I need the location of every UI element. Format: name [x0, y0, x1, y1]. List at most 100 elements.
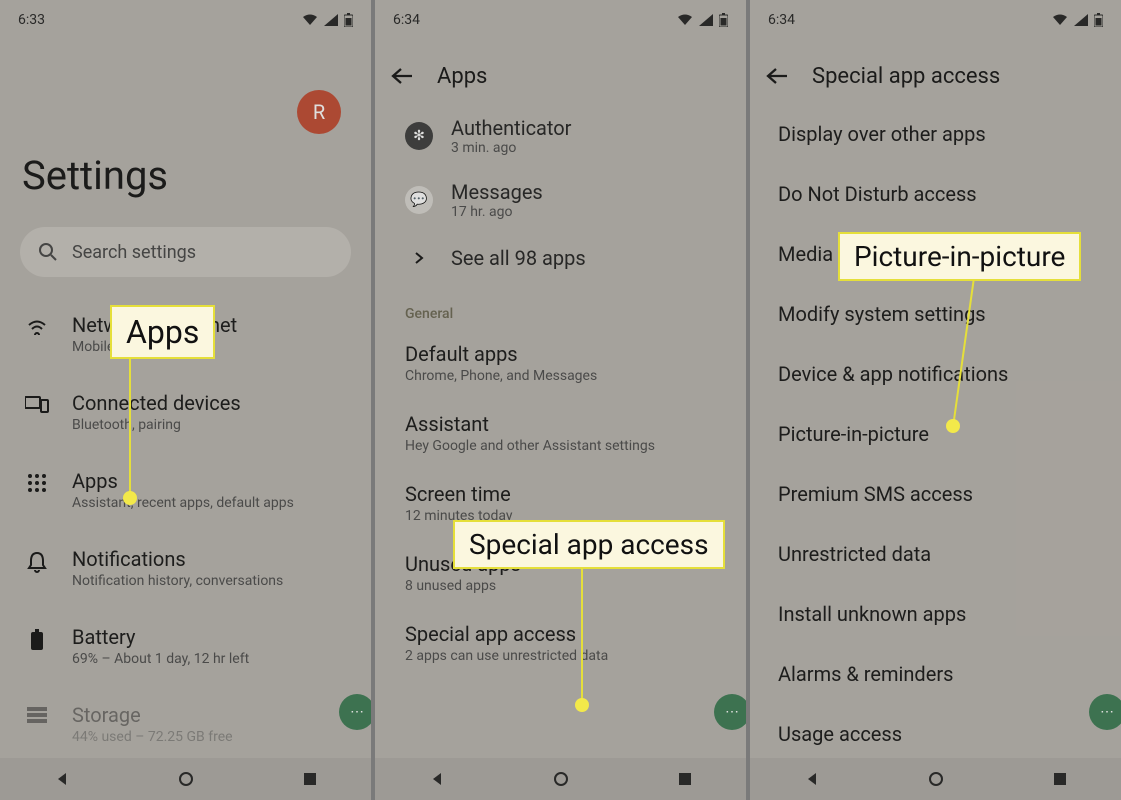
- app-bar: Apps: [375, 48, 746, 104]
- callout-pip: Picture-in-picture: [838, 232, 1081, 281]
- item-sub: Notification history, conversations: [72, 573, 347, 589]
- page-title: Settings: [22, 152, 351, 199]
- item-sub: 2 apps can use unrestricted data: [405, 648, 716, 664]
- item-sub: 44% used – 72.25 GB free: [72, 729, 347, 745]
- panel-special-access: 6:34 Special app access Display over oth…: [750, 0, 1121, 800]
- status-bar: 6:34: [375, 0, 746, 40]
- settings-item-apps[interactable]: Apps Assistant, recent apps, default app…: [20, 451, 351, 529]
- storage-icon: [24, 703, 50, 723]
- item-sub: Assistant, recent apps, default apps: [72, 495, 347, 511]
- callout-apps: Apps: [110, 305, 215, 359]
- item-title: Apps: [72, 469, 347, 493]
- battery-icon: [24, 625, 50, 651]
- callout-dot: [575, 698, 589, 712]
- settings-item-storage[interactable]: Storage 44% used – 72.25 GB free: [20, 685, 351, 763]
- chevron-right-icon: [405, 244, 433, 272]
- appbar-title: Apps: [437, 64, 487, 89]
- item-title: Screen time: [405, 482, 716, 506]
- item-title: Notifications: [72, 547, 347, 571]
- fab-button[interactable]: ⋯: [1089, 694, 1121, 730]
- access-install-unknown[interactable]: Install unknown apps: [774, 584, 1097, 644]
- access-display-over-apps[interactable]: Display over other apps: [774, 104, 1097, 164]
- battery-icon: [1094, 13, 1103, 27]
- status-time: 6:33: [18, 12, 45, 28]
- back-arrow-icon[interactable]: [391, 67, 413, 85]
- nav-back-icon[interactable]: [54, 771, 70, 787]
- wifi-icon: [1052, 14, 1068, 26]
- battery-icon: [719, 13, 728, 27]
- item-sub: Hey Google and other Assistant settings: [405, 438, 716, 454]
- signal-icon: [1074, 14, 1088, 26]
- app-title: Authenticator: [451, 116, 571, 140]
- item-sub: 8 unused apps: [405, 578, 716, 594]
- nav-recent-icon[interactable]: [1053, 772, 1067, 786]
- apps-grid-icon: [24, 469, 50, 493]
- status-icons: [302, 13, 353, 27]
- search-placeholder: Search settings: [72, 242, 196, 263]
- profile-avatar[interactable]: R: [297, 90, 341, 134]
- settings-item-notifications[interactable]: Notifications Notification history, conv…: [20, 529, 351, 607]
- see-all-apps[interactable]: See all 98 apps: [397, 232, 724, 284]
- app-sub: 17 hr. ago: [451, 204, 543, 220]
- status-icons: [677, 13, 728, 27]
- general-assistant[interactable]: Assistant Hey Google and other Assistant…: [397, 398, 724, 468]
- access-modify-system[interactable]: Modify system settings: [774, 284, 1097, 344]
- nav-bar: [0, 758, 371, 800]
- search-icon: [38, 242, 58, 262]
- access-picture-in-picture[interactable]: Picture-in-picture: [774, 404, 1097, 464]
- appbar-title: Special app access: [812, 64, 1000, 89]
- app-title: Messages: [451, 180, 543, 204]
- signal-icon: [699, 14, 713, 26]
- fab-button[interactable]: ⋯: [714, 694, 750, 730]
- access-alarms-reminders[interactable]: Alarms & reminders: [774, 644, 1097, 704]
- nav-home-icon[interactable]: [928, 771, 944, 787]
- callout-special-app-access: Special app access: [453, 520, 725, 569]
- item-title: Special app access: [405, 622, 716, 646]
- access-dnd[interactable]: Do Not Disturb access: [774, 164, 1097, 224]
- nav-recent-icon[interactable]: [678, 772, 692, 786]
- status-bar: 6:34: [750, 0, 1121, 40]
- battery-icon: [344, 13, 353, 27]
- general-default-apps[interactable]: Default apps Chrome, Phone, and Messages: [397, 328, 724, 398]
- panel-apps: 6:34 Apps ✻ Authenticator 3 min. ago: [375, 0, 750, 800]
- app-sub: 3 min. ago: [451, 140, 571, 156]
- status-bar: 6:33: [0, 0, 371, 40]
- nav-bar: [375, 758, 746, 800]
- authenticator-icon: ✻: [405, 122, 433, 150]
- access-premium-sms[interactable]: Premium SMS access: [774, 464, 1097, 524]
- fab-button[interactable]: ⋯: [339, 694, 375, 730]
- back-arrow-icon[interactable]: [766, 67, 788, 85]
- item-title: Battery: [72, 625, 347, 649]
- status-time: 6:34: [768, 12, 795, 28]
- recent-app-authenticator[interactable]: ✻ Authenticator 3 min. ago: [397, 104, 724, 168]
- wifi-icon: [302, 14, 318, 26]
- nav-home-icon[interactable]: [178, 771, 194, 787]
- wifi-icon: [677, 14, 693, 26]
- settings-item-battery[interactable]: Battery 69% – About 1 day, 12 hr left: [20, 607, 351, 685]
- app-bar: Special app access: [750, 48, 1121, 104]
- see-all-label: See all 98 apps: [451, 246, 586, 270]
- item-sub: 69% – About 1 day, 12 hr left: [72, 651, 347, 667]
- bell-icon: [24, 547, 50, 573]
- access-device-notifications[interactable]: Device & app notifications: [774, 344, 1097, 404]
- nav-back-icon[interactable]: [429, 771, 445, 787]
- access-unrestricted-data[interactable]: Unrestricted data: [774, 524, 1097, 584]
- item-sub: Chrome, Phone, and Messages: [405, 368, 716, 384]
- recent-app-messages[interactable]: 💬 Messages 17 hr. ago: [397, 168, 724, 232]
- nav-home-icon[interactable]: [553, 771, 569, 787]
- search-input[interactable]: Search settings: [20, 227, 351, 277]
- messages-icon: 💬: [405, 186, 433, 214]
- access-usage[interactable]: Usage access: [774, 704, 1097, 764]
- item-title: Default apps: [405, 342, 716, 366]
- general-special-app-access[interactable]: Special app access 2 apps can use unrest…: [397, 608, 724, 678]
- panel-settings: 6:33 R Settings Search settings: [0, 0, 375, 800]
- nav-recent-icon[interactable]: [303, 772, 317, 786]
- item-sub: Bluetooth, pairing: [72, 417, 347, 433]
- nav-back-icon[interactable]: [804, 771, 820, 787]
- wifi-icon: [24, 313, 50, 335]
- status-time: 6:34: [393, 12, 420, 28]
- section-general: General: [397, 284, 724, 328]
- settings-item-connected-devices[interactable]: Connected devices Bluetooth, pairing: [20, 373, 351, 451]
- callout-line: [581, 546, 583, 706]
- item-title: Assistant: [405, 412, 716, 436]
